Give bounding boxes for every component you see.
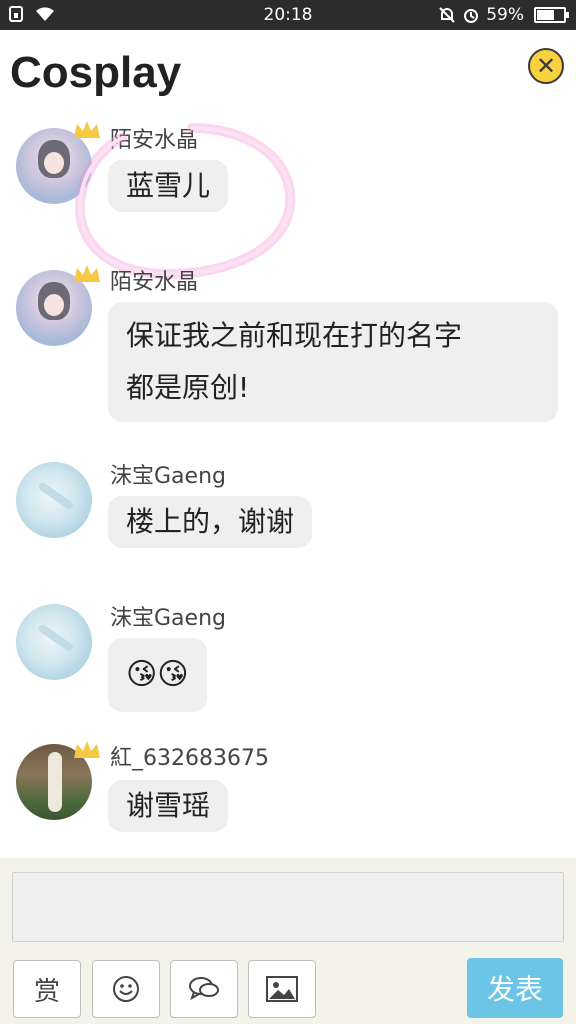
send-button[interactable]: 发表	[467, 958, 563, 1018]
sender-name: 紅_632683675	[110, 746, 269, 771]
message-bubble[interactable]: 楼上的，谢谢	[108, 496, 313, 548]
sender-name: 陌安水晶	[110, 270, 199, 295]
message-bubble[interactable]: 😘😘	[108, 638, 207, 712]
avatar[interactable]	[16, 462, 92, 538]
message-bubble[interactable]: 保证我之前和现在打的名字 都是原创!	[108, 302, 558, 422]
message-bubble[interactable]: 谢雪瑶	[108, 780, 229, 832]
reward-button[interactable]: 赏	[13, 960, 81, 1018]
message-bubble[interactable]: 蓝雪儿	[108, 160, 229, 212]
reward-label: 赏	[33, 976, 60, 1007]
emoji-button[interactable]	[92, 960, 160, 1018]
avatar[interactable]	[16, 604, 92, 680]
chat-button[interactable]	[170, 960, 238, 1018]
mute-bell-icon	[438, 6, 456, 24]
battery-icon	[534, 7, 569, 23]
comment-input[interactable]	[12, 872, 564, 942]
image-button[interactable]	[248, 960, 316, 1018]
emoji-icon	[113, 976, 139, 1002]
composer: 赏 发表	[0, 858, 576, 1024]
alarm-icon	[462, 6, 480, 24]
crown-icon	[74, 265, 100, 282]
send-label: 发表	[486, 973, 543, 1006]
sender-name: 沫宝Gaeng	[110, 464, 226, 489]
close-icon: ✕	[535, 52, 557, 80]
battery-percent: 59%	[486, 5, 524, 25]
image-icon	[266, 976, 298, 1002]
status-bar: 20:18 59%	[0, 0, 576, 30]
close-button[interactable]: ✕	[528, 48, 564, 84]
message-line: 保证我之前和现在打的名字	[126, 319, 463, 352]
page-title: Cosplay	[10, 48, 182, 97]
sender-name: 沫宝Gaeng	[110, 606, 226, 631]
chat-icon	[189, 977, 219, 1001]
message-line: 都是原创!	[126, 371, 250, 404]
crown-icon	[74, 741, 100, 758]
header: Cosplay ✕	[0, 30, 576, 120]
crown-icon	[74, 121, 100, 138]
sender-name: 陌安水晶	[110, 128, 199, 153]
